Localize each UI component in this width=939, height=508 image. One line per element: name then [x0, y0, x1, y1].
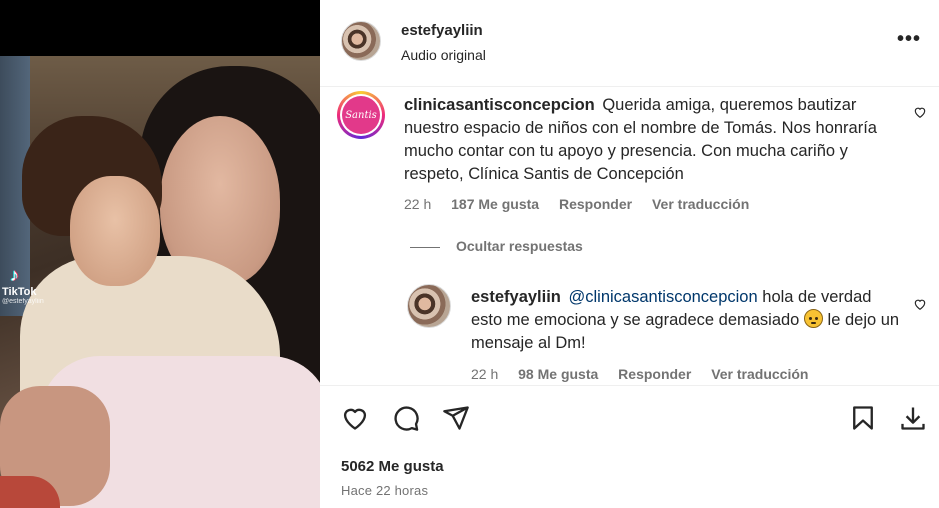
- heart-icon[interactable]: [341, 404, 369, 432]
- comment-like-heart-icon[interactable]: [913, 105, 927, 119]
- comment-reply-button[interactable]: Responder: [559, 196, 632, 212]
- santis-logo: Santis: [342, 96, 380, 134]
- comment-time: 22 h: [404, 196, 432, 212]
- reply-mention[interactable]: @clinicasantisconcepcion: [568, 288, 757, 306]
- comments-list[interactable]: Santis clinicasantisconcepcion Querida a…: [320, 88, 939, 384]
- reply-meta: 22 h 98 Me gusta Responder Ver traducció…: [471, 366, 824, 382]
- reply-time: 22 h: [471, 366, 499, 382]
- photo-child-face: [70, 176, 160, 286]
- reply-likes[interactable]: 98 Me gusta: [518, 366, 598, 382]
- more-options-icon[interactable]: •••: [897, 28, 921, 51]
- comment-likes[interactable]: 187 Me gusta: [451, 196, 539, 212]
- owner-avatar[interactable]: [341, 21, 381, 61]
- post-actions: 5062 Me gusta Hace 22 horas: [320, 385, 939, 508]
- commenter-avatar[interactable]: Santis: [337, 91, 385, 139]
- owner-username[interactable]: estefyayliin: [401, 22, 483, 39]
- hide-replies-label: Ocultar respuestas: [456, 238, 583, 254]
- reply-like-heart-icon[interactable]: [913, 297, 927, 311]
- reply-avatar[interactable]: [407, 284, 451, 328]
- tiktok-brand: TikTok: [2, 286, 37, 298]
- reply-body: estefyayliin @clinicasantisconcepcion ho…: [471, 286, 901, 355]
- post-header: estefyayliin Audio original •••: [320, 0, 939, 87]
- pleading-face-emoji-icon: [803, 309, 823, 328]
- tiktok-icon: ♪: [10, 265, 19, 285]
- reply-username[interactable]: estefyayliin: [471, 288, 561, 306]
- download-icon[interactable]: [899, 404, 927, 432]
- audio-label[interactable]: Audio original: [401, 47, 486, 63]
- tiktok-handle: @estefyayliin: [2, 298, 44, 305]
- post-details-panel: estefyayliin Audio original ••• Santis c…: [320, 0, 939, 508]
- avatar-ring-inner: Santis: [340, 94, 382, 136]
- post-media[interactable]: ♪ TikTok @estefyayliin: [0, 0, 320, 508]
- reply-translate-button[interactable]: Ver traducción: [711, 366, 808, 382]
- media-top-bar: [0, 0, 320, 56]
- share-icon[interactable]: [442, 404, 470, 432]
- reply-reply-button[interactable]: Responder: [618, 366, 691, 382]
- comment-username[interactable]: clinicasantisconcepcion: [404, 96, 595, 114]
- comment-icon[interactable]: [392, 404, 420, 432]
- comment-meta: 22 h 187 Me gusta Responder Ver traducci…: [404, 196, 765, 212]
- hide-replies-button[interactable]: Ocultar respuestas: [410, 238, 583, 254]
- hide-replies-line: [410, 246, 440, 248]
- comment-translate-button[interactable]: Ver traducción: [652, 196, 749, 212]
- save-icon[interactable]: [849, 404, 877, 432]
- post-likes-count[interactable]: 5062 Me gusta: [341, 458, 444, 475]
- comment-body: clinicasantisconcepcion Querida amiga, q…: [404, 94, 884, 186]
- post-timestamp[interactable]: Hace 22 horas: [341, 483, 428, 498]
- tiktok-watermark: ♪ TikTok @estefyayliin: [2, 265, 62, 305]
